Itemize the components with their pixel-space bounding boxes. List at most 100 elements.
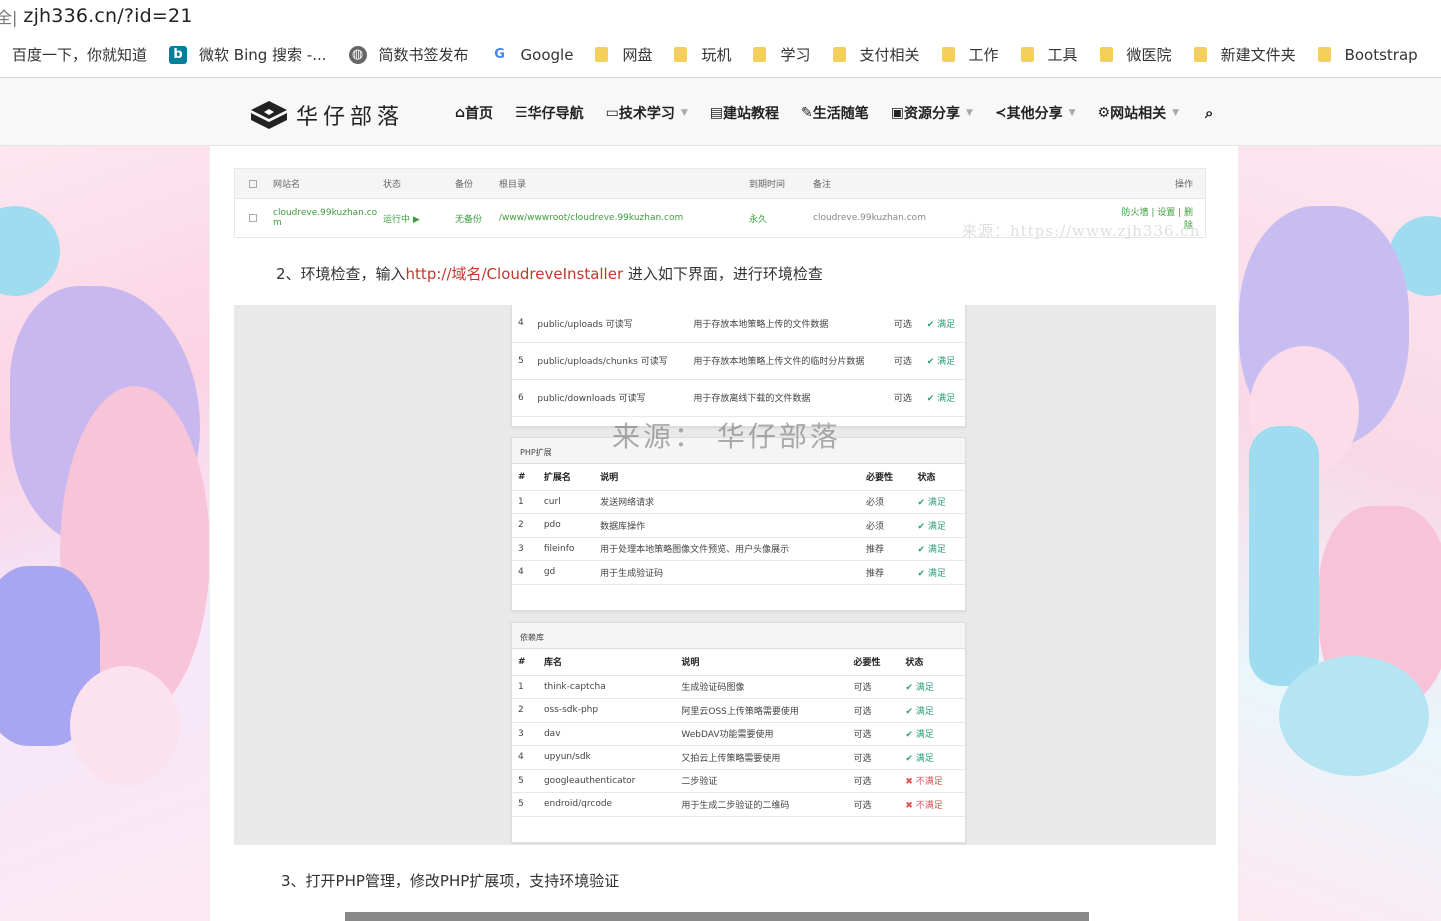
status-cell: ✖ 不满足 <box>899 792 965 817</box>
item-desc: 用于生成二步验证的二维码 <box>675 792 848 817</box>
item-desc: 发送网络请求 <box>594 490 860 514</box>
chevron-down-icon: ▼ <box>965 108 973 118</box>
table-row: 3 dav WebDAV功能需要使用 可选 ✔ 满足 <box>512 722 965 746</box>
status-cell: ✔ 满足 <box>899 698 965 723</box>
nav-item[interactable]: ⚙ 网站相关 ▼ <box>1098 103 1179 123</box>
nav-item[interactable]: ≺ 其他分享 ▼ <box>995 103 1076 123</box>
item-desc: 用于生成验证码 <box>594 560 860 585</box>
folder-icon <box>1193 47 1207 62</box>
check-icon: ✔ <box>926 357 938 367</box>
site-root: /www/wwwroot/cloudreve.99kuzhan.com <box>499 213 684 223</box>
item-name: curl <box>537 490 595 514</box>
status-cell: ✔ 满足 <box>899 675 965 699</box>
site-status: 运行中 ▶ <box>383 214 420 225</box>
status-text: 满足 <box>937 319 956 330</box>
folder-icon <box>595 47 609 62</box>
bookmark-item[interactable]: G Google <box>490 45 573 64</box>
bookmark-item[interactable]: 微医院 <box>1099 44 1172 65</box>
directory-panel: 4 public/uploads 可读写 用于存放本地策略上传的文件数据 可选 ✔ 满足… <box>511 305 966 427</box>
bookmark-item[interactable]: 百度一下，你就知道 <box>12 44 147 65</box>
status-text: 满足 <box>915 706 934 717</box>
item-desc: 生成验证码图像 <box>675 675 848 699</box>
nav-item[interactable]: ⌂ 首页 <box>455 103 493 123</box>
status-cell: ✔ 满足 <box>920 305 965 343</box>
bookmark-label: 支付相关 <box>859 46 920 64</box>
bing-icon: b <box>169 45 188 64</box>
item-desc: WebDAV功能需要使用 <box>675 722 848 746</box>
bookmark-item[interactable]: ◍ 简数书签发布 <box>348 44 469 65</box>
bookmark-label: 工作 <box>968 46 999 64</box>
table-row: 4 public/uploads 可读写 用于存放本地策略上传的文件数据 可选 ✔ 满足 <box>512 305 965 343</box>
background-art-left <box>0 146 209 921</box>
search-icon[interactable]: ⌕ <box>1205 104 1213 122</box>
status-text: 满足 <box>927 498 946 509</box>
nav-item[interactable]: ▭ 技术学习 ▼ <box>606 103 688 123</box>
site-name: cloudreve.99kuzhan.com <box>273 208 378 228</box>
bookmark-item[interactable]: Bootstrap <box>1317 46 1418 64</box>
check-icon: ✔ <box>905 753 916 764</box>
nav-label: 华仔导航 <box>527 106 584 122</box>
row-number: 3 <box>512 537 538 561</box>
table-row: 6 public/downloads 可读写 用于存放离线下载的文件数据 可选 ✔ 满足 <box>512 379 965 417</box>
item-name: dav <box>537 722 676 746</box>
folder-icon <box>674 47 688 62</box>
nav-label: 建站教程 <box>722 106 779 122</box>
nav-label: 首页 <box>465 106 494 122</box>
col-actions: 操作 <box>1174 180 1193 190</box>
table-row: 5 public/uploads/chunks 可读写 用于存放本地策略上传文件的临… <box>512 342 965 380</box>
url-text[interactable]: zjh336.cn/?id=21 <box>23 5 192 27</box>
item-need: 可选 <box>847 698 900 723</box>
bookmark-item[interactable]: 新建文件夹 <box>1193 44 1296 65</box>
check-icon: ✔ <box>905 683 916 694</box>
home-icon: ⌂ <box>455 105 466 121</box>
dir-need: 可选 <box>887 379 921 417</box>
item-name: endroid/qrcode <box>537 792 676 817</box>
row-number: 6 <box>512 379 532 417</box>
item-need: 推荐 <box>859 537 912 561</box>
site-logo[interactable]: 华仔部落 <box>250 99 404 131</box>
nav-item[interactable]: ▣ 资源分享 ▼ <box>891 103 973 123</box>
bookmark-item[interactable]: 工具 <box>1020 44 1078 65</box>
folder-icon <box>1317 47 1331 62</box>
row-number: 4 <box>512 745 538 770</box>
item-desc: 又拍云上传策略需要使用 <box>675 745 848 770</box>
bookmark-item[interactable]: 工作 <box>941 44 999 65</box>
status-text: 满足 <box>927 568 946 579</box>
nav-item[interactable]: ☰ 华仔导航 <box>515 103 584 123</box>
bookmark-item[interactable]: 支付相关 <box>832 44 920 65</box>
nav-item[interactable]: ▤ 建站教程 <box>710 103 779 123</box>
bookmark-label: 百度一下，你就知道 <box>12 46 148 64</box>
column-header: 状态 <box>899 649 965 676</box>
item-name: think-captcha <box>537 675 676 699</box>
resource-icon: ▣ <box>890 105 904 121</box>
address-bar[interactable]: 全| zjh336.cn/?id=21 <box>0 0 1441 32</box>
check-icon: ✔ <box>917 498 928 509</box>
folder-icon <box>941 47 955 62</box>
status-text: 不满足 <box>915 800 943 811</box>
bookmark-item[interactable]: 网盘 <box>595 44 652 65</box>
column-header: 说明 <box>675 649 848 676</box>
row-number: 1 <box>512 675 538 699</box>
php-extension-panel: PHP扩展 # 扩展名 说明 必要性 状态 1 curl 发送网络请求 必须 ✔ 满足 2 pdo 数据… <box>511 437 966 611</box>
column-header: 必要性 <box>859 464 912 491</box>
pencil-icon: ✎ <box>800 105 813 121</box>
bookmark-item[interactable]: b 微软 Bing 搜索 -... <box>169 44 327 65</box>
table-header-row: # 扩展名 说明 必要性 状态 <box>512 464 965 491</box>
item-desc: 用于处理本地策略图像文件预览、用户头像展示 <box>594 537 860 561</box>
bookmark-item[interactable]: 学习 <box>753 44 811 65</box>
nav-item[interactable]: ✎ 生活随笔 <box>801 103 869 123</box>
check-icon: ✔ <box>905 730 916 741</box>
column-header: # <box>512 464 538 491</box>
security-indicator[interactable]: 全| <box>0 4 17 28</box>
column-header: 扩展名 <box>537 464 595 491</box>
installer-link[interactable]: http://域名/CloudreveInstaller <box>406 265 624 283</box>
cross-icon: ✖ <box>905 777 916 788</box>
dir-need: 可选 <box>887 342 921 380</box>
item-desc: 二步验证 <box>675 769 848 793</box>
status-cell: ✔ 满足 <box>920 342 965 380</box>
bookmark-label: 微软 Bing 搜索 -... <box>199 46 327 64</box>
nav-label: 生活随笔 <box>812 106 869 122</box>
bookmark-item[interactable]: 玩机 <box>674 44 731 65</box>
item-need: 必须 <box>859 513 912 538</box>
globe-icon: ◍ <box>348 45 367 64</box>
